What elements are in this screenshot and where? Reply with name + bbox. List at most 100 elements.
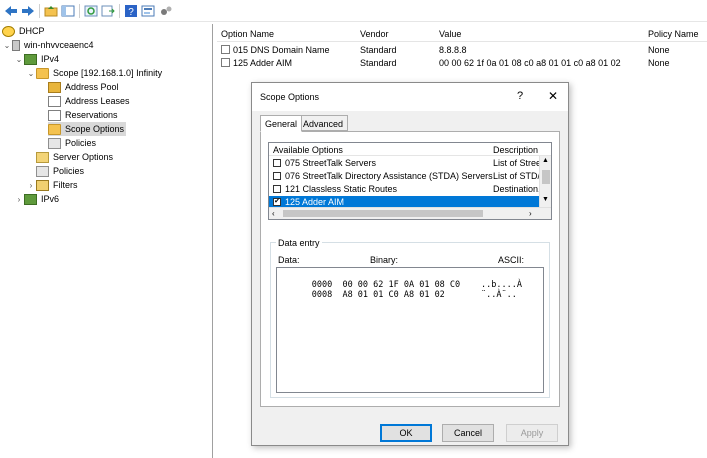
option-name: 121 Classless Static Routes [285,184,398,194]
value-cell: 8.8.8.8 [439,45,467,55]
column-header-value[interactable]: Value [439,29,461,39]
column-header-vendor[interactable]: Vendor [360,29,389,39]
column-header-available-options[interactable]: Available Options [273,145,343,155]
tree-item-filters[interactable]: › Filters [26,178,78,192]
apply-button[interactable]: Apply [506,424,558,442]
address-leases-icon [48,95,61,107]
options-icon[interactable] [158,3,174,19]
tree-item-ipv4[interactable]: ⌄ IPv4 [14,52,59,66]
option-name-text: 015 DNS Domain Name [233,45,330,55]
hex-offset: 0008 [311,290,333,300]
binary-label: Binary: [370,255,399,265]
folder-up-icon[interactable] [43,3,59,19]
scroll-right-icon[interactable]: › [529,209,532,218]
console-tree: DHCP ⌄ win-nhvvceaenc4 ⌄ IPv4 ⌄ Scope [1… [0,24,213,458]
scroll-thumb[interactable] [283,210,483,217]
scroll-thumb[interactable] [542,170,550,184]
show-hide-tree-icon[interactable] [60,3,76,19]
scroll-left-icon[interactable]: ‹ [272,209,275,218]
list-item[interactable]: 075 StreetTalk Servers List of Stree [269,157,541,170]
tree-item-server[interactable]: ⌄ win-nhvvceaenc4 [2,38,94,52]
refresh-icon[interactable] [83,3,99,19]
tab-general[interactable]: General [260,115,303,132]
properties-icon[interactable] [140,3,156,19]
help-button[interactable]: ? [514,90,526,102]
table-row[interactable]: 125 Adder AIM Standard 00 00 62 1f 0a 01… [217,57,707,70]
tree-item-address-leases[interactable]: Address Leases [48,94,130,108]
column-header-description[interactable]: Description [493,145,541,155]
close-icon[interactable]: ✕ [546,89,560,103]
tree-item-ipv6[interactable]: › IPv6 [14,192,59,206]
dhcp-icon [2,25,15,37]
option-name-text: 125 Adder AIM [233,58,293,68]
available-options-list[interactable]: Available Options Description 075 Street… [268,142,552,220]
tab-advanced[interactable]: Advanced [298,115,349,131]
options-list-header: Available Options Description [269,143,551,156]
tree-item-label: Address Leases [65,96,130,106]
option-checkbox[interactable] [273,159,281,167]
scroll-up-icon[interactable]: ▲ [542,157,549,164]
tree-item-dhcp[interactable]: DHCP [2,24,45,38]
policies-icon [48,137,61,149]
tree-item-label: Address Pool [65,82,119,92]
tree-item-scope-policies[interactable]: Policies [48,136,96,150]
tree-item-policies[interactable]: Policies [36,164,84,178]
reservations-icon [48,109,61,121]
export-list-icon[interactable] [100,3,116,19]
option-description: List of Stree [493,158,539,168]
tree-item-scope[interactable]: ⌄ Scope [192.168.1.0] Infinity [26,66,162,80]
dialog-title: Scope Options [260,92,320,102]
tree-item-label: IPv4 [41,54,60,64]
column-header-option-name[interactable]: Option Name [221,29,274,39]
ascii-text: ..b....À [481,280,522,290]
list-header: Option Name Vendor Value Policy Name [217,26,707,42]
tree-item-scope-options[interactable]: Scope Options [48,122,127,136]
option-name: 125 Adder AIM [285,197,345,207]
binary-data-editor[interactable]: 0000 00 00 62 1F 0A 01 08 C0 ..b....À 000… [276,267,544,393]
policies-icon [36,165,49,177]
forward-arrow-icon[interactable] [20,3,36,19]
ok-button[interactable]: OK [380,424,432,442]
hex-bytes: A8 01 01 C0 A8 01 02 [342,290,445,300]
vertical-scrollbar[interactable]: ▲ ▼ [539,156,551,208]
option-checkbox-checked[interactable]: ✔ [273,198,281,206]
option-name: 076 StreetTalk Directory Assistance (STD… [285,171,493,181]
scroll-down-icon[interactable]: ▼ [542,196,549,203]
server-icon [12,39,20,51]
table-row[interactable]: 015 DNS Domain Name Standard 8.8.8.8 Non… [217,44,707,57]
chevron-down-icon[interactable]: ⌄ [14,55,24,64]
cancel-button[interactable]: Cancel [442,424,494,442]
filter-icon [36,179,49,191]
tree-item-label: IPv6 [41,194,60,204]
tree-item-label: Filters [53,180,78,190]
option-description: List of STD/ [493,171,539,181]
chevron-down-icon[interactable]: ⌄ [26,69,36,78]
tree-item-label: Policies [53,166,85,176]
tree-item-label: Scope [192.168.1.0] Infinity [53,68,163,78]
option-checkbox[interactable] [273,172,281,180]
horizontal-scrollbar[interactable]: ‹ › [269,207,551,219]
column-header-policy-name[interactable]: Policy Name [648,29,699,39]
list-item[interactable]: 076 StreetTalk Directory Assistance (STD… [269,170,541,183]
list-item[interactable]: 121 Classless Static Routes Destination, [269,183,541,196]
tree-item-reservations[interactable]: Reservations [48,108,118,122]
tree-item-label: Server Options [53,152,114,162]
chevron-right-icon[interactable]: › [26,181,36,190]
option-checkbox[interactable] [273,185,281,193]
back-arrow-icon[interactable] [3,3,19,19]
dialog-title-bar[interactable]: Scope Options ? ✕ [252,83,568,111]
option-name-cell: 125 Adder AIM [221,58,292,68]
tree-item-server-options[interactable]: Server Options [36,150,113,164]
chevron-right-icon[interactable]: › [14,195,24,204]
scope-options-dialog: Scope Options ? ✕ General Advanced Avail… [251,82,569,446]
ipv4-icon [24,53,37,65]
chevron-down-icon[interactable]: ⌄ [2,41,12,50]
address-pool-icon [48,81,61,93]
svg-text:?: ? [128,7,134,17]
tree-item-address-pool[interactable]: Address Pool [48,80,119,94]
vendor-cell: Standard [360,45,397,55]
data-entry-title: Data entry [276,238,322,248]
data-label: Data: [278,255,300,265]
policy-name-cell: None [648,45,670,55]
help-icon[interactable]: ? [123,3,139,19]
